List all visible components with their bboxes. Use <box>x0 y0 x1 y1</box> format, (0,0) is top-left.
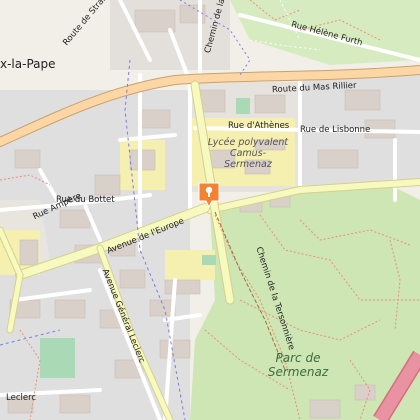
road-label-rue-athenes: Rue d'Athènes <box>228 121 290 131</box>
place-label: x-la-Pape <box>0 57 56 71</box>
map-pin-icon[interactable] <box>198 182 220 208</box>
road-label-leclerc: Leclerc <box>6 393 37 403</box>
road-label-rue-lisbonne: Rue de Lisbonne <box>300 125 371 135</box>
map-canvas[interactable]: x-la-Pape Route de Strasbourg Route du M… <box>0 0 420 420</box>
park-label-line: Sermenaz <box>267 364 329 379</box>
road-label-rue-bottet: Rue du Bottet <box>56 195 115 205</box>
poi-label-lycee: Lycée polyvalent Camus- Sermenaz <box>206 137 290 171</box>
park-label-line: Parc de <box>275 351 321 365</box>
park-label-sermenaz: Parc de Sermenaz <box>258 351 338 380</box>
map-base <box>0 0 420 420</box>
poi-label-line: Sermenaz <box>224 158 272 170</box>
